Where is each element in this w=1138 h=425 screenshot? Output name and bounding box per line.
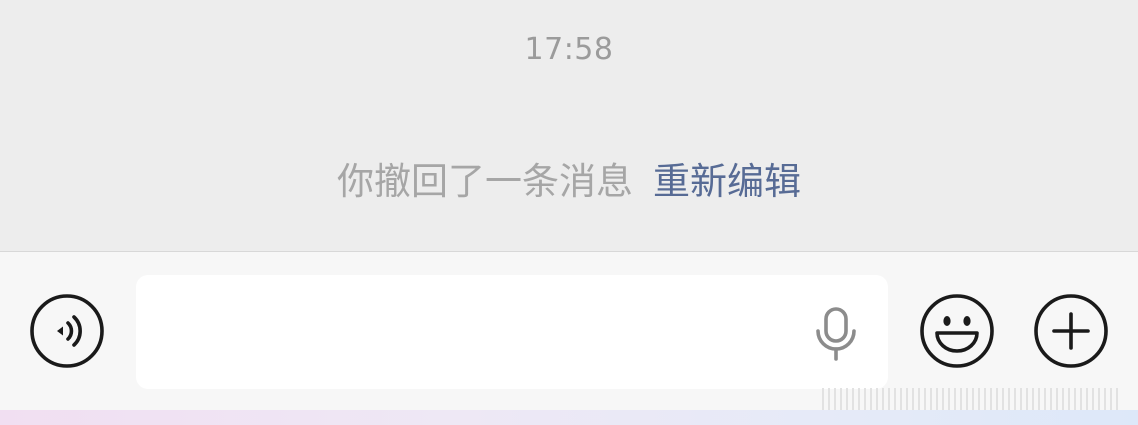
voice-mode-button[interactable]	[30, 294, 104, 368]
emoji-button[interactable]	[920, 294, 994, 368]
home-indicator-dots	[822, 388, 1118, 410]
voice-mode-icon	[30, 294, 104, 368]
bottom-gradient-strip	[0, 410, 1138, 425]
smiley-face-icon	[920, 294, 994, 368]
reedit-link[interactable]: 重新编辑	[653, 160, 801, 203]
chat-message-area: 17:58 你撤回了一条消息 重新编辑	[0, 0, 1138, 251]
plus-icon	[1034, 294, 1108, 368]
message-input-bar	[0, 252, 1138, 410]
message-input-field[interactable]	[136, 275, 888, 389]
message-timestamp: 17:58	[524, 32, 614, 67]
recall-notice-text: 你撤回了一条消息	[337, 160, 633, 203]
more-options-button[interactable]	[1034, 294, 1108, 368]
microphone-icon[interactable]	[814, 307, 858, 361]
recall-notice-row: 你撤回了一条消息 重新编辑	[0, 158, 1138, 206]
